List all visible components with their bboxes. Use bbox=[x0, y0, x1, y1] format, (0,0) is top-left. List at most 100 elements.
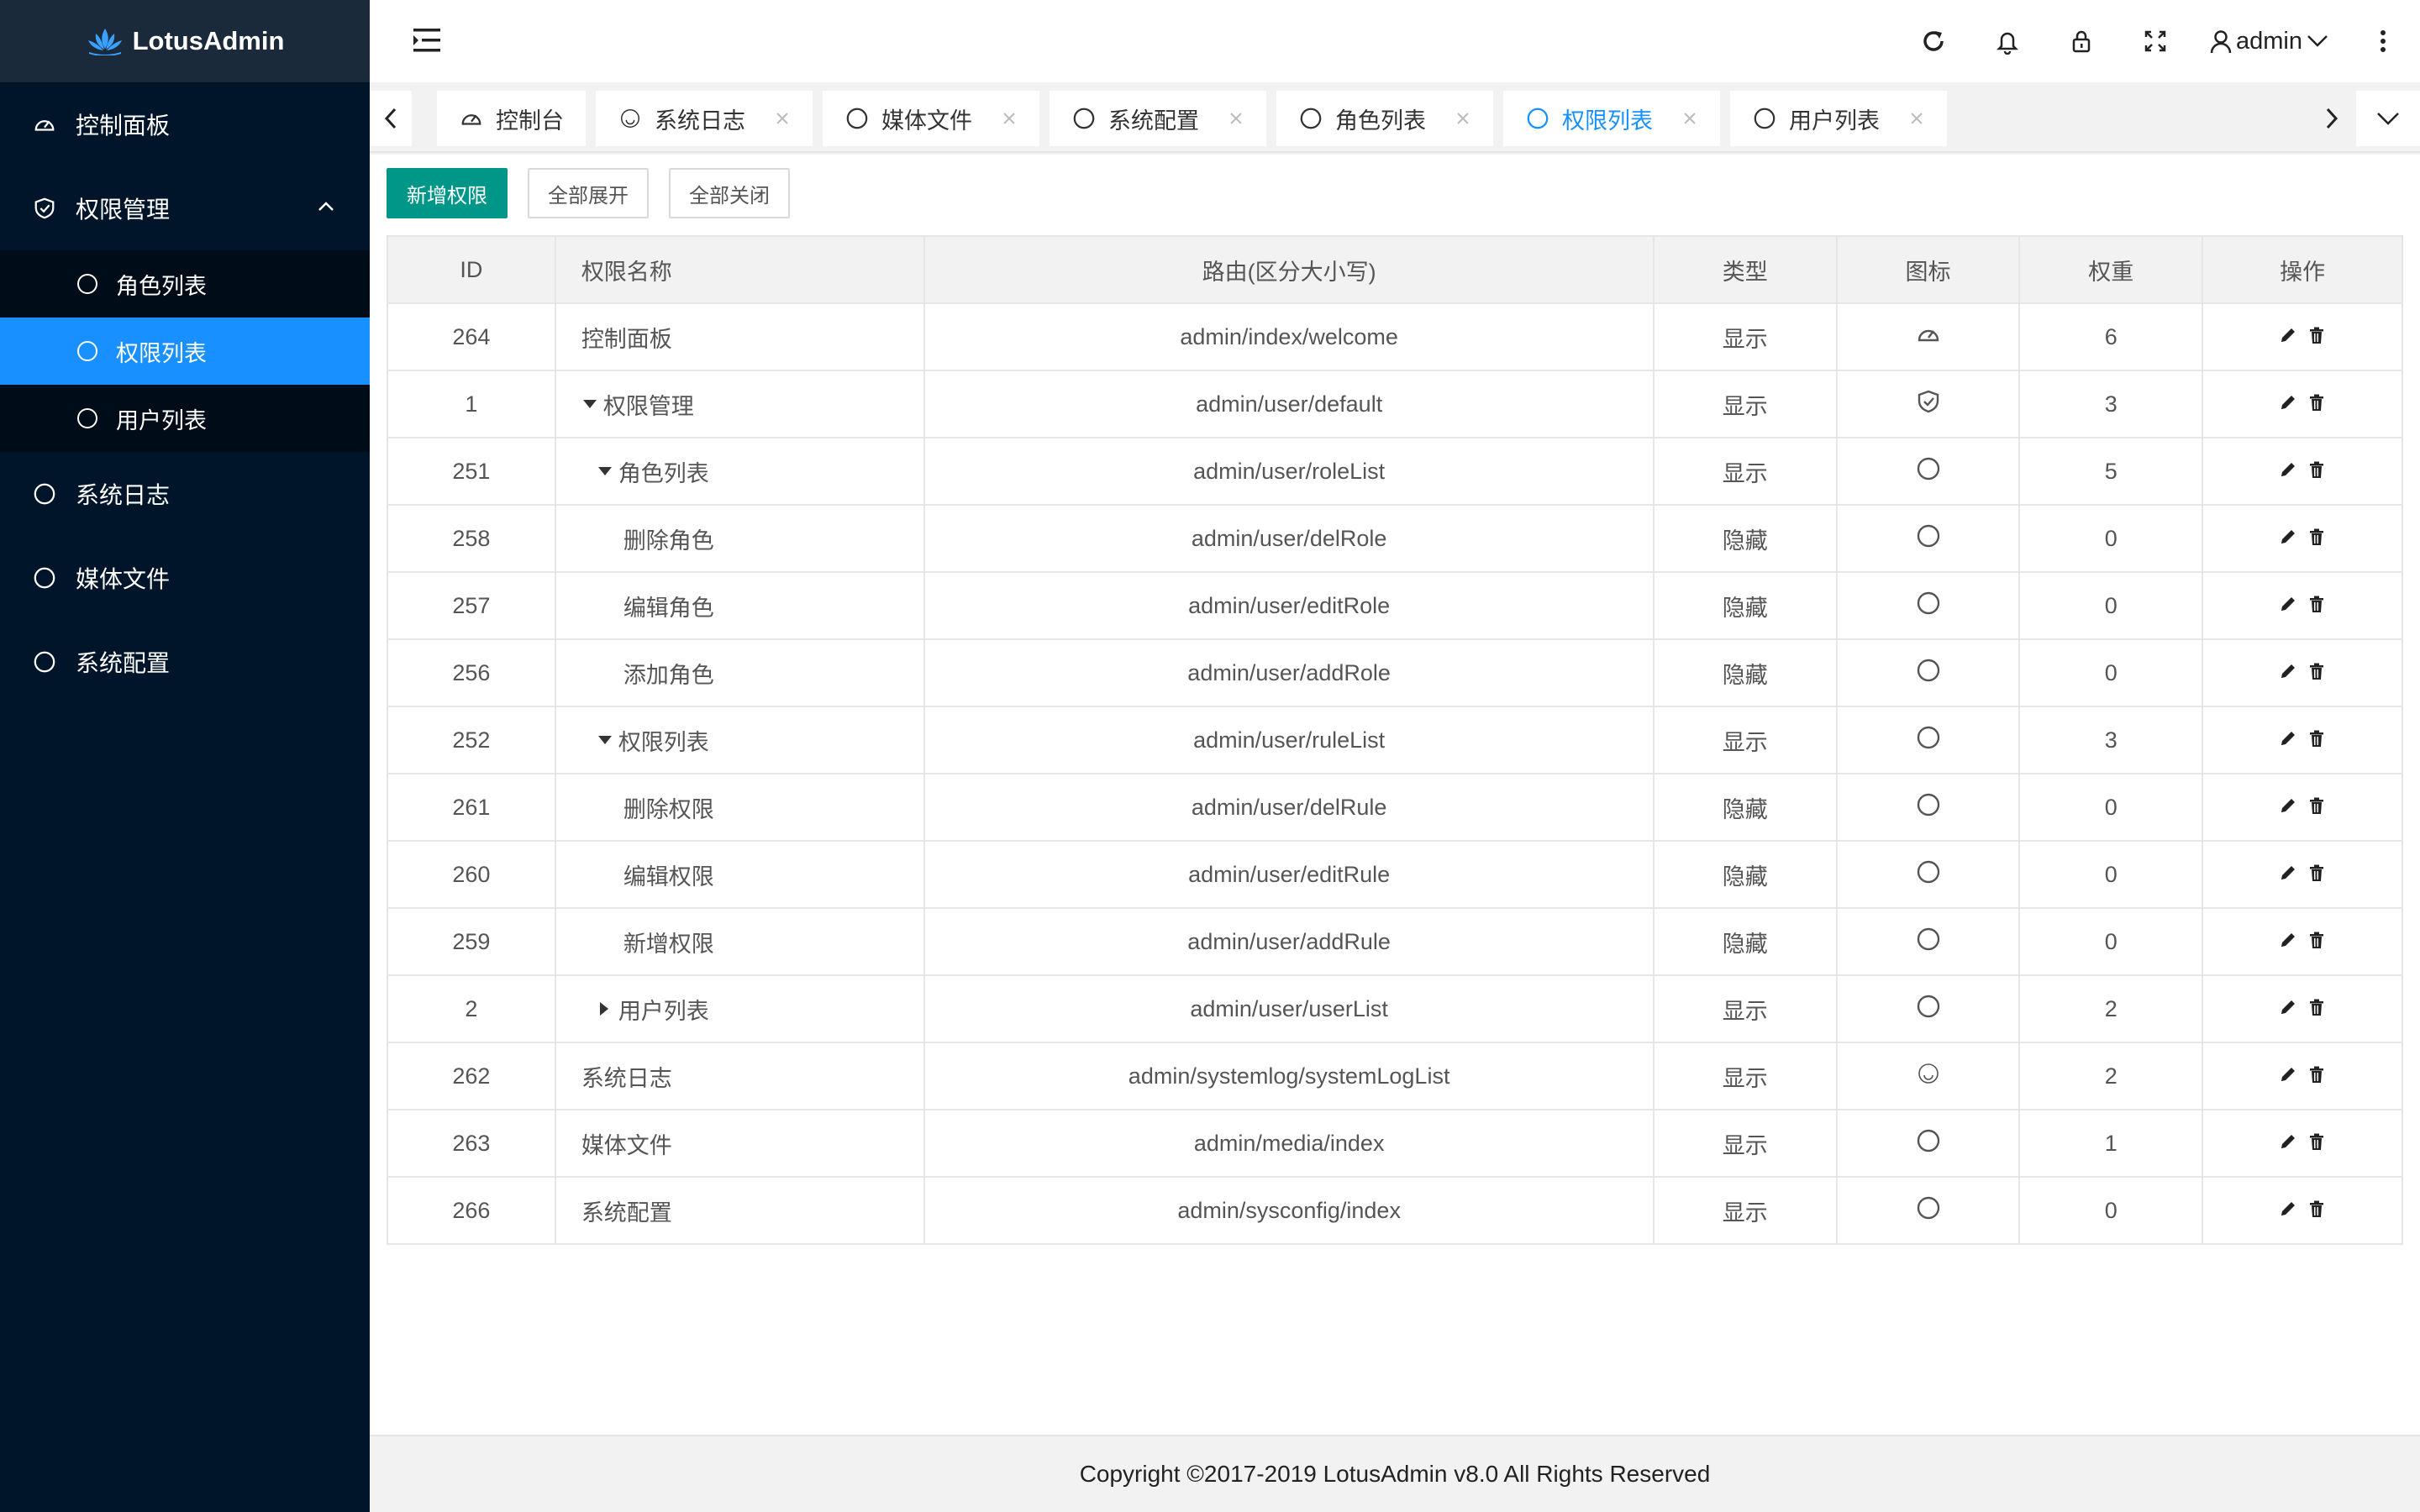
close-icon[interactable] bbox=[1908, 110, 1925, 127]
sidebar-item[interactable]: 系统日志 bbox=[0, 452, 370, 536]
sidebar-item[interactable]: 控制面板 bbox=[0, 82, 370, 166]
edit-icon[interactable] bbox=[2279, 864, 2297, 882]
tabs-scroll-right-button[interactable] bbox=[2311, 91, 2353, 146]
page-tab[interactable]: 控制台 bbox=[437, 91, 586, 146]
more-button[interactable] bbox=[2346, 0, 2420, 82]
trash-icon[interactable] bbox=[2307, 931, 2326, 949]
cell-icon bbox=[1835, 571, 2021, 640]
close-icon[interactable] bbox=[1681, 110, 1698, 127]
caret-down-icon[interactable] bbox=[597, 465, 613, 478]
tabs-scroll-left-button[interactable] bbox=[370, 91, 412, 146]
edit-icon[interactable] bbox=[2279, 729, 2297, 748]
trash-icon[interactable] bbox=[2307, 595, 2326, 613]
page-tab[interactable]: 用户列表 bbox=[1730, 91, 1947, 146]
column-header-weight[interactable]: 权重 bbox=[2018, 235, 2204, 304]
cell-type: 显示 bbox=[1652, 1176, 1838, 1245]
cell-id: 252 bbox=[387, 706, 556, 774]
cell-id: 2 bbox=[387, 974, 556, 1043]
caret-down-icon[interactable] bbox=[597, 733, 613, 747]
cell-id: 257 bbox=[387, 571, 556, 640]
trash-icon[interactable] bbox=[2307, 998, 2326, 1016]
trash-icon[interactable] bbox=[2307, 796, 2326, 815]
add-permission-button[interactable]: 新增权限 bbox=[387, 168, 508, 218]
cell-route: admin/user/editRule bbox=[923, 840, 1655, 909]
circle-icon bbox=[1071, 106, 1097, 131]
cell-weight: 0 bbox=[2018, 571, 2204, 640]
column-header-id[interactable]: ID bbox=[387, 235, 556, 304]
cell-type: 显示 bbox=[1652, 974, 1838, 1043]
caret-down-icon[interactable] bbox=[581, 397, 598, 411]
sidebar-subitem[interactable]: 权限列表 bbox=[0, 318, 370, 385]
table-row: 256 添加角色 admin/user/addRole 隐藏 0 bbox=[387, 638, 2403, 707]
sidebar-item[interactable]: 媒体文件 bbox=[0, 536, 370, 620]
edit-icon[interactable] bbox=[2279, 1132, 2297, 1151]
circle-icon bbox=[1917, 927, 1939, 950]
cell-route: admin/user/default bbox=[923, 370, 1655, 438]
cell-route: admin/user/ruleList bbox=[923, 706, 1655, 774]
menu-toggle-icon[interactable] bbox=[410, 25, 444, 55]
fullscreen-button[interactable] bbox=[2118, 0, 2192, 82]
cell-icon bbox=[1835, 907, 2021, 976]
trash-icon[interactable] bbox=[2307, 1065, 2326, 1084]
edit-icon[interactable] bbox=[2279, 393, 2297, 412]
edit-icon[interactable] bbox=[2279, 662, 2297, 680]
trash-icon[interactable] bbox=[2307, 1132, 2326, 1151]
column-header-actions[interactable]: 操作 bbox=[2202, 235, 2403, 304]
trash-icon[interactable] bbox=[2307, 460, 2326, 479]
edit-icon[interactable] bbox=[2279, 931, 2297, 949]
table-row: 251 角色列表 admin/user/roleList 显示 5 bbox=[387, 437, 2403, 506]
page-tab[interactable]: 系统配置 bbox=[1050, 91, 1266, 146]
column-header-icon[interactable]: 图标 bbox=[1835, 235, 2021, 304]
page-tab[interactable]: 角色列表 bbox=[1276, 91, 1493, 146]
expand-all-button[interactable]: 全部展开 bbox=[528, 168, 649, 218]
edit-icon[interactable] bbox=[2279, 1200, 2297, 1218]
edit-icon[interactable] bbox=[2279, 998, 2297, 1016]
toolbar: 新增权限 全部展开 全部关闭 bbox=[387, 168, 790, 218]
refresh-button[interactable] bbox=[1897, 0, 1970, 82]
page-tab[interactable]: 系统日志 bbox=[596, 91, 813, 146]
notification-button[interactable] bbox=[1970, 0, 2044, 82]
table-row: 1 权限管理 admin/user/default 显示 3 bbox=[387, 370, 2403, 438]
trash-icon[interactable] bbox=[2307, 1200, 2326, 1218]
trash-icon[interactable] bbox=[2307, 528, 2326, 546]
permission-name: 媒体文件 bbox=[581, 1132, 672, 1158]
cell-id: 263 bbox=[387, 1109, 556, 1178]
column-header-route[interactable]: 路由(区分大小写) bbox=[923, 235, 1655, 304]
edit-icon[interactable] bbox=[2279, 595, 2297, 613]
trash-icon[interactable] bbox=[2307, 326, 2326, 344]
cell-id: 256 bbox=[387, 638, 556, 707]
sidebar-item-label: 权限管理 bbox=[76, 196, 171, 223]
sidebar-subitem[interactable]: 角色列表 bbox=[0, 250, 370, 318]
trash-icon[interactable] bbox=[2307, 864, 2326, 882]
close-icon[interactable] bbox=[1455, 110, 1471, 127]
close-icon[interactable] bbox=[1228, 110, 1244, 127]
edit-icon[interactable] bbox=[2279, 796, 2297, 815]
tabs-menu-button[interactable] bbox=[2356, 91, 2420, 146]
page-tab[interactable]: 媒体文件 bbox=[823, 91, 1039, 146]
edit-icon[interactable] bbox=[2279, 460, 2297, 479]
column-header-type[interactable]: 类型 bbox=[1652, 235, 1838, 304]
page-tab-label: 系统日志 bbox=[655, 108, 745, 134]
close-icon[interactable] bbox=[1001, 110, 1018, 127]
close-icon[interactable] bbox=[774, 110, 791, 127]
edit-icon[interactable] bbox=[2279, 1065, 2297, 1084]
collapse-all-button[interactable]: 全部关闭 bbox=[669, 168, 790, 218]
sidebar-item-label: 系统日志 bbox=[76, 481, 171, 509]
page-tab[interactable]: 权限列表 bbox=[1503, 91, 1720, 146]
sidebar-subitem[interactable]: 用户列表 bbox=[0, 385, 370, 452]
column-header-name[interactable]: 权限名称 bbox=[554, 235, 926, 304]
trash-icon[interactable] bbox=[2307, 662, 2326, 680]
edit-icon[interactable] bbox=[2279, 326, 2297, 344]
caret-right-icon[interactable] bbox=[597, 1002, 613, 1016]
circle-icon bbox=[1917, 457, 1939, 480]
user-menu[interactable]: admin bbox=[2192, 28, 2346, 55]
circle-icon bbox=[1917, 659, 1939, 681]
edit-icon[interactable] bbox=[2279, 528, 2297, 546]
trash-icon[interactable] bbox=[2307, 729, 2326, 748]
cell-route: admin/user/delRule bbox=[923, 773, 1655, 842]
sidebar-item[interactable]: 权限管理 bbox=[0, 166, 370, 250]
lock-screen-button[interactable] bbox=[2044, 0, 2118, 82]
trash-icon[interactable] bbox=[2307, 393, 2326, 412]
sidebar-item[interactable]: 系统配置 bbox=[0, 620, 370, 704]
brand[interactable]: LotusAdmin bbox=[0, 0, 370, 82]
